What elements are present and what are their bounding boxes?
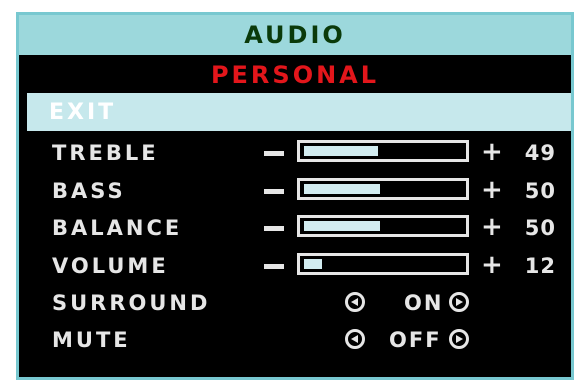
treble-label: TREBLE <box>52 141 159 165</box>
audio-osd-menu: AUDIO PERSONAL EXIT TREBLE + 49 BASS + 5… <box>16 12 574 380</box>
bass-value: 50 <box>524 179 556 203</box>
mute-label: MUTE <box>52 328 131 352</box>
treble-increase-button[interactable]: + <box>481 137 503 167</box>
arrow-left-icon[interactable] <box>345 329 365 349</box>
treble-row[interactable]: TREBLE + 49 <box>19 137 571 169</box>
volume-slider-fill <box>304 259 322 269</box>
bass-slider-fill <box>304 184 380 194</box>
treble-slider[interactable] <box>297 140 469 162</box>
volume-slider[interactable] <box>297 253 469 275</box>
balance-row[interactable]: BALANCE + 50 <box>19 212 571 244</box>
volume-value: 12 <box>524 254 556 278</box>
bass-increase-button[interactable]: + <box>481 175 503 205</box>
bass-label: BASS <box>52 179 126 203</box>
volume-increase-button[interactable]: + <box>481 250 503 280</box>
volume-decrease-button[interactable] <box>264 264 284 269</box>
volume-label: VOLUME <box>52 254 169 278</box>
exit-label: EXIT <box>49 100 117 125</box>
balance-increase-button[interactable]: + <box>481 212 503 242</box>
balance-decrease-button[interactable] <box>264 226 284 231</box>
exit-item[interactable]: EXIT <box>27 93 571 131</box>
volume-row[interactable]: VOLUME + 12 <box>19 250 571 282</box>
treble-value: 49 <box>524 141 556 165</box>
balance-slider[interactable] <box>297 215 469 237</box>
balance-label: BALANCE <box>52 216 183 240</box>
surround-row[interactable]: SURROUND ON <box>19 287 571 319</box>
mute-row[interactable]: MUTE OFF <box>19 324 571 356</box>
surround-label: SURROUND <box>52 291 211 315</box>
arrow-right-icon[interactable] <box>449 292 469 312</box>
treble-slider-fill <box>304 146 378 156</box>
balance-value: 50 <box>524 216 556 240</box>
arrow-left-icon[interactable] <box>345 292 365 312</box>
audio-mode: PERSONAL <box>19 56 571 92</box>
treble-decrease-button[interactable] <box>264 151 284 156</box>
arrow-right-icon[interactable] <box>449 329 469 349</box>
menu-title: AUDIO <box>19 15 571 55</box>
surround-value: ON <box>404 291 444 315</box>
bass-slider[interactable] <box>297 178 469 200</box>
bass-row[interactable]: BASS + 50 <box>19 175 571 207</box>
balance-slider-fill <box>304 221 380 231</box>
bass-decrease-button[interactable] <box>264 189 284 194</box>
mute-value: OFF <box>389 328 442 352</box>
